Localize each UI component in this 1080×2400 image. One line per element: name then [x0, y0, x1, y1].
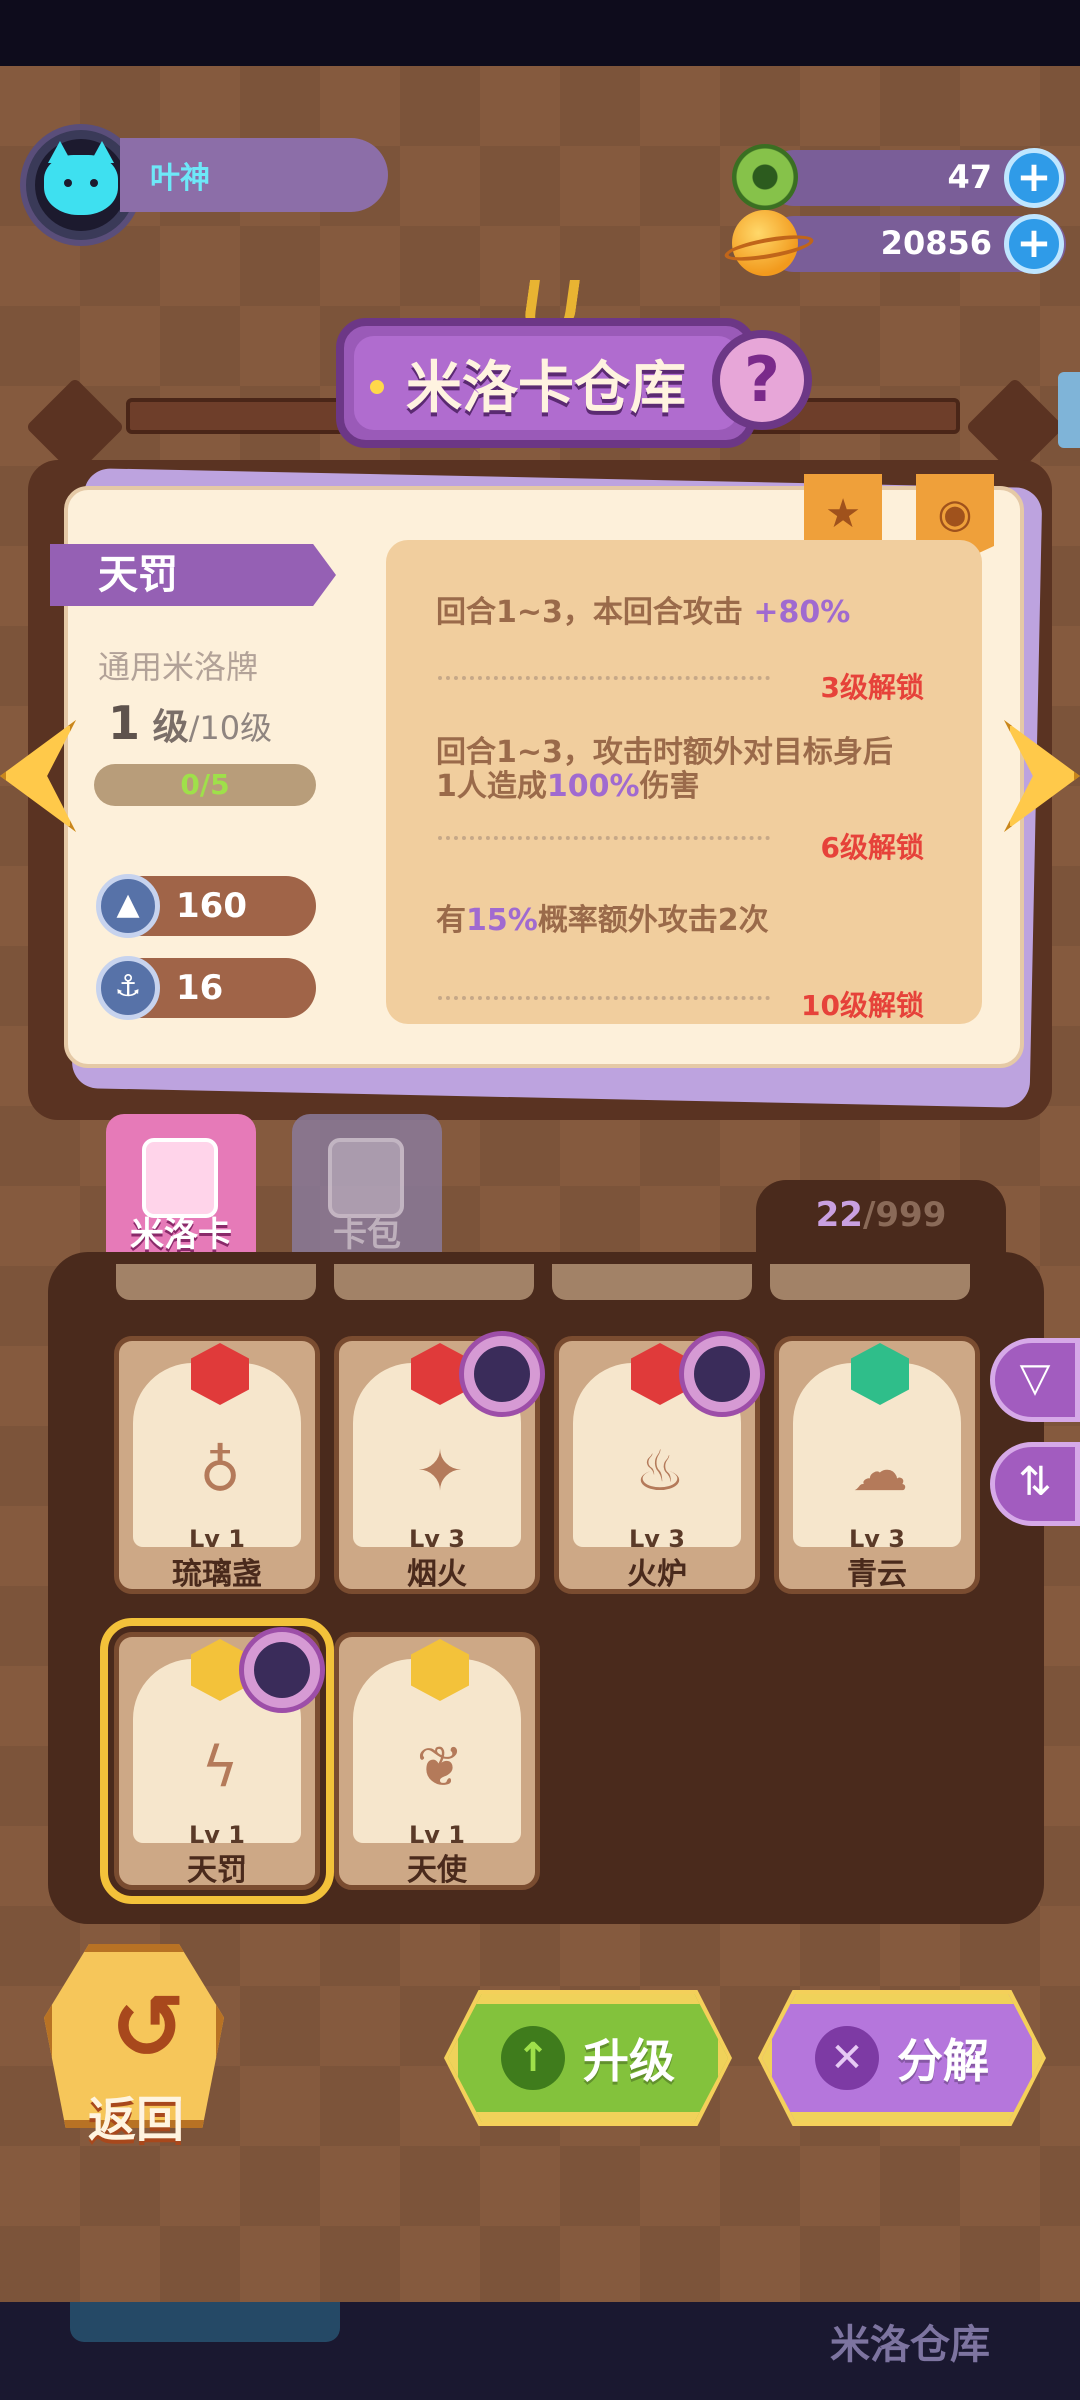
decompose-button[interactable]: ✕ 分解	[762, 1994, 1042, 2122]
scrolled-card-edge	[116, 1264, 316, 1300]
goblet-icon: ♁	[199, 1439, 241, 1504]
close-icon: ✕	[815, 2026, 879, 2090]
donut-currency-value: 47	[947, 158, 992, 196]
add-planet-button[interactable]: +	[1004, 214, 1064, 274]
back-button-label: 返回	[87, 2092, 184, 2148]
scrolled-card-edge	[770, 1264, 970, 1300]
equipped-character-avatar	[679, 1331, 765, 1417]
skill-2: 回合1~3，攻击时额外对目标身后1人造成100%伤害	[436, 735, 893, 804]
cloud-icon: ☁	[852, 1439, 908, 1504]
help-button[interactable]: ?	[712, 330, 812, 430]
defense-stat: ⚓ 16	[96, 956, 316, 1020]
page-title-sign: 米洛卡仓库	[336, 318, 756, 448]
skill-3-unlock: 10级解锁	[801, 989, 924, 1022]
card-name: 琉璃盏	[172, 1557, 262, 1592]
card-name: 烟火	[407, 1557, 467, 1592]
card-tile[interactable]: ♁ Lv 1 琉璃盏	[114, 1336, 320, 1594]
upgrade-button-label: 升级	[583, 2034, 675, 2088]
return-arrow-icon: ↺	[110, 1975, 186, 2080]
donut-icon	[732, 144, 798, 210]
card-tile[interactable]: ☁ Lv 3 青云	[774, 1336, 980, 1594]
add-donut-button[interactable]: +	[1004, 148, 1064, 208]
planet-currency-bar: 20856 +	[732, 210, 1066, 276]
page-title: 米洛卡仓库	[406, 355, 686, 421]
player-name: 叶神	[120, 138, 388, 212]
planet-icon	[732, 210, 798, 276]
skill-panel: 回合1~3，本回合攻击 +80% 3级解锁 回合1~3，攻击时额外对目标身后1人…	[386, 540, 982, 1024]
card-name-ribbon: 天罚	[50, 544, 336, 606]
bottom-nav-label: 米洛仓库	[830, 2322, 990, 2368]
brazier-icon: ♨	[634, 1439, 686, 1504]
card-tile[interactable]: ❦ Lv 1 天使	[334, 1632, 540, 1890]
angel-wings-icon: ❦	[416, 1735, 464, 1800]
tab-milo-card[interactable]: 米洛卡	[106, 1114, 256, 1264]
arrow-up-icon: ↑	[501, 2026, 565, 2090]
skill-1: 回合1~3，本回合攻击 +80%	[436, 595, 851, 630]
attack-stat-icon: ▲	[96, 874, 160, 938]
planet-currency-value: 20856	[880, 224, 992, 262]
equipped-character-avatar	[239, 1627, 325, 1713]
skill-2-unlock: 6级解锁	[820, 831, 924, 864]
skill-3: 有15%概率额外攻击2次	[436, 903, 769, 938]
card-tile[interactable]: ♨ Lv 3 火炉	[554, 1331, 765, 1594]
scrolled-card-edge	[552, 1264, 752, 1300]
card-type-label: 通用米洛牌	[98, 648, 259, 686]
card-name: 青云	[847, 1557, 907, 1592]
firework-icon: ✦	[416, 1439, 464, 1504]
filter-button[interactable]: ▽	[990, 1338, 1080, 1422]
card-tab-icon	[142, 1138, 218, 1218]
skill-1-unlock: 3级解锁	[820, 671, 924, 704]
upgrade-button[interactable]: ↑ 升级	[448, 1994, 728, 2122]
defense-stat-icon: ⚓	[96, 956, 160, 1020]
cat-avatar-icon	[44, 141, 118, 215]
card-level: 1 级/10级	[108, 696, 273, 750]
decompose-button-label: 分解	[897, 2034, 989, 2088]
card-pack-tab-icon	[328, 1138, 404, 1218]
lightning-icon: ϟ	[201, 1735, 239, 1800]
xp-progress-text: 0/5	[180, 768, 230, 801]
equipped-character-avatar	[459, 1331, 545, 1417]
side-tab[interactable]	[1058, 372, 1080, 448]
xp-progress-bar: 0/5	[94, 764, 316, 806]
attack-stat-value: 160	[176, 886, 247, 926]
attack-stat: ▲ 160	[96, 874, 316, 938]
donut-currency-bar: 47 +	[732, 144, 1066, 210]
defense-stat-value: 16	[176, 968, 224, 1008]
card-name: 天使	[407, 1853, 467, 1888]
card-name: 天罚	[187, 1853, 247, 1888]
card-tile[interactable]: ✦ Lv 3 烟火	[334, 1331, 545, 1594]
scrolled-card-edge	[334, 1264, 534, 1300]
bottom-nav-bar: 米洛仓库	[0, 2302, 1080, 2400]
tab-card-pack[interactable]: 卡包	[292, 1114, 442, 1264]
card-name: 火炉	[627, 1557, 687, 1592]
card-tile[interactable]: ϟ Lv 1 天罚	[100, 1618, 334, 1904]
sort-button[interactable]: ⇅	[990, 1442, 1080, 1526]
